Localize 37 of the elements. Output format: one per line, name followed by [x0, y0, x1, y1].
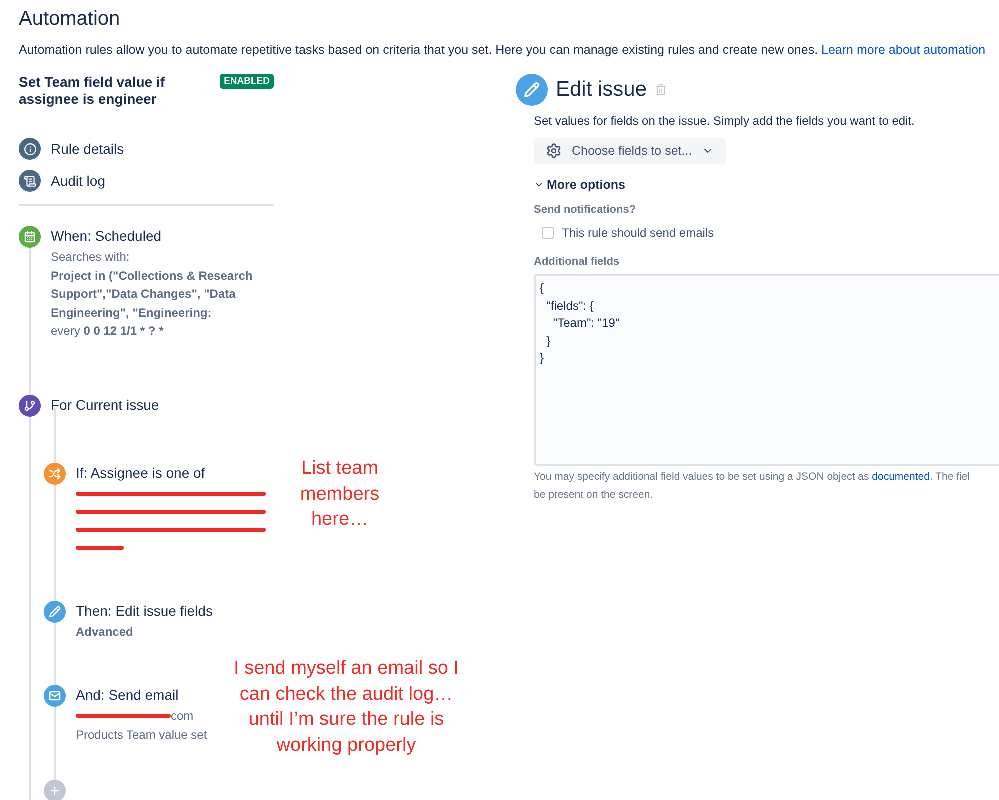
nav-item[interactable]: Rule details — [19, 138, 274, 160]
step-title[interactable]: And: Send email — [76, 687, 179, 703]
help-text: You may specify additional field values to be set using a JSON object as documented. The fiel — [534, 470, 970, 484]
status-badge: ENABLED — [220, 74, 274, 89]
step-detail: every 0 0 12 1/1 * ? * — [51, 323, 164, 340]
editor-description: Set values for fields on the issue. Simply add the fields you want to edit. — [534, 114, 915, 128]
list-icon — [19, 170, 41, 192]
step-detail: Searches with: — [51, 249, 130, 266]
annotation-note: I send myself an email so I can check the audit log… until I’m sure the rule is working properly — [233, 657, 460, 758]
add-step-icon[interactable] — [44, 780, 66, 800]
nav-item[interactable]: Audit log — [19, 170, 274, 192]
send-emails-checkbox[interactable]: This rule should send emails — [542, 226, 714, 240]
info-icon — [19, 138, 41, 160]
settings-icon — [546, 143, 562, 159]
choose-fields-button[interactable]: Choose fields to set... — [534, 138, 726, 164]
step-title[interactable]: For Current issue — [51, 396, 160, 412]
additional-fields-input[interactable]: { "fields": { "Team": "19" } } — [534, 274, 999, 466]
page-description: Automation rules allow you to automate repetitive tasks based on criteria that you set. Here you can manage existing rules and create new ones. Learn more about automation — [19, 43, 987, 57]
step-title[interactable]: Then: Edit issue fields — [76, 602, 213, 618]
step-title[interactable]: If: Assignee is one of — [76, 464, 206, 480]
step-detail: Products Team value set — [76, 726, 208, 744]
step-detail: Advanced — [76, 624, 134, 640]
learn-more-link[interactable]: Learn more about automation — [822, 43, 986, 57]
help-text: be present on the screen. — [534, 488, 654, 502]
step-detail: com — [171, 708, 194, 725]
field-label: Send notifications? — [534, 204, 636, 216]
editor-title: Edit issue — [556, 78, 648, 102]
step-detail: Project in ("Collections & Research Support","Data Changes", "Data Engineering", "Engineering: — [51, 268, 254, 322]
pencil-icon — [516, 74, 548, 106]
documented-link[interactable]: documented — [872, 471, 930, 483]
page-title: Automation — [19, 8, 122, 31]
field-label: Additional fields — [534, 256, 620, 268]
step-title[interactable]: When: Scheduled — [51, 228, 162, 244]
rule-name: Set Team field value if assignee is engineer — [19, 74, 166, 108]
annotation-note: List team members here… — [299, 457, 381, 532]
delete-icon[interactable] — [655, 84, 668, 96]
more-options-toggle[interactable]: More options — [534, 178, 626, 192]
